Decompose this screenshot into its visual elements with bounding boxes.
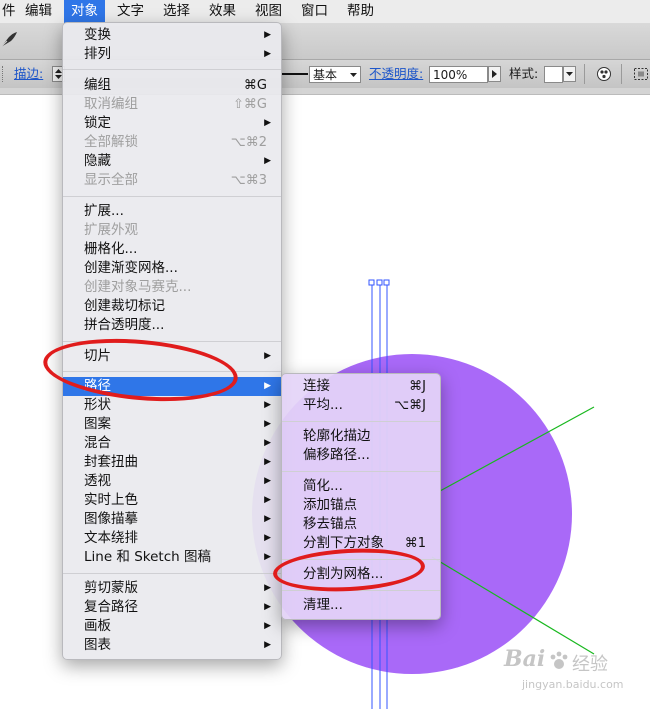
- submenu-arrow-icon: ▶: [264, 156, 271, 166]
- style-label: 样式:: [509, 66, 539, 81]
- submenu-item-join[interactable]: 连接 ⌘J: [282, 377, 440, 396]
- submenu-item-average[interactable]: 平均... ⌥⌘J: [282, 396, 440, 415]
- stroke-line-preview: [282, 73, 308, 75]
- style-swatch[interactable]: [544, 66, 563, 83]
- anchor-handle[interactable]: [368, 279, 375, 286]
- toolbar-divider: [584, 64, 585, 84]
- submenu-arrow-icon: ▶: [264, 621, 271, 631]
- menu-separator: [63, 196, 281, 197]
- menu-item-text-wrap[interactable]: 文本绕排 ▶: [63, 529, 281, 548]
- watermark-brand: Bai: [504, 646, 546, 672]
- menu-separator: [282, 471, 440, 472]
- recolor-artwork-icon[interactable]: [596, 66, 612, 82]
- chevron-right-icon: [492, 70, 497, 78]
- opacity-input[interactable]: 100%: [429, 66, 488, 83]
- menu-item-unlock-all[interactable]: 全部解锁 ⌥⌘2: [63, 133, 281, 152]
- menu-item-arrange[interactable]: 排列 ▶: [63, 45, 281, 64]
- menu-edit[interactable]: 编辑: [18, 0, 59, 23]
- submenu-arrow-icon: ▶: [264, 419, 271, 429]
- paw-logo-icon: [550, 651, 568, 669]
- stroke-label[interactable]: 描边:: [14, 66, 43, 82]
- submenu-arrow-icon: ▶: [264, 438, 271, 448]
- menu-item-ungroup[interactable]: 取消编组 ⇧⌘G: [63, 95, 281, 114]
- watermark-brand-tail: 经验: [572, 654, 608, 675]
- menu-item-graph[interactable]: 图表 ▶: [63, 636, 281, 655]
- submenu-item-add-anchor-points[interactable]: 添加锚点: [282, 496, 440, 515]
- submenu-arrow-icon: ▶: [264, 49, 271, 59]
- submenu-arrow-icon: ▶: [264, 640, 271, 650]
- menu-effect[interactable]: 效果: [202, 0, 243, 23]
- stroke-style-select[interactable]: 基本: [309, 66, 361, 83]
- toolbar-divider: [621, 64, 622, 84]
- menu-item-line-and-sketch[interactable]: Line 和 Sketch 图稿 ▶: [63, 548, 281, 567]
- submenu-arrow-icon: ▶: [264, 351, 271, 361]
- menu-item-perspective[interactable]: 透视 ▶: [63, 472, 281, 491]
- menu-item-rasterize[interactable]: 栅格化...: [63, 240, 281, 259]
- submenu-arrow-icon: ▶: [264, 400, 271, 410]
- chevron-down-icon: [566, 72, 573, 76]
- menu-separator: [282, 421, 440, 422]
- control-bar-grip: [2, 66, 6, 82]
- menu-separator: [63, 573, 281, 574]
- feather-tool-icon[interactable]: [0, 31, 18, 49]
- menu-item-image-trace[interactable]: 图像描摹 ▶: [63, 510, 281, 529]
- submenu-arrow-icon: ▶: [264, 118, 271, 128]
- menu-type[interactable]: 文字: [110, 0, 151, 23]
- submenu-arrow-icon: ▶: [264, 476, 271, 486]
- menu-item-pattern[interactable]: 图案 ▶: [63, 415, 281, 434]
- submenu-arrow-icon: ▶: [264, 495, 271, 505]
- menu-item-lock[interactable]: 锁定 ▶: [63, 114, 281, 133]
- submenu-arrow-icon: ▶: [264, 602, 271, 612]
- submenu-arrow-icon: ▶: [264, 457, 271, 467]
- style-dropdown-button[interactable]: [563, 66, 576, 82]
- submenu-item-offset-path[interactable]: 偏移路径...: [282, 446, 440, 465]
- menu-item-blend[interactable]: 混合 ▶: [63, 434, 281, 453]
- submenu-arrow-icon: ▶: [264, 533, 271, 543]
- submenu-item-simplify[interactable]: 简化...: [282, 477, 440, 496]
- stroke-style-value: 基本: [313, 68, 338, 82]
- menu-item-create-object-mosaic[interactable]: 创建对象马赛克...: [63, 278, 281, 297]
- chevron-down-icon: [350, 73, 357, 77]
- menu-bar: 件 编辑 对象 文字 选择 效果 视图 窗口 帮助: [0, 0, 650, 24]
- opacity-label[interactable]: 不透明度:: [369, 66, 423, 82]
- submenu-item-clean-up[interactable]: 清理...: [282, 596, 440, 615]
- menu-item-group[interactable]: 编组 ⌘G: [63, 76, 281, 95]
- menu-item-artboards[interactable]: 画板 ▶: [63, 617, 281, 636]
- menu-item-expand[interactable]: 扩展...: [63, 202, 281, 221]
- anchor-handle[interactable]: [383, 279, 390, 286]
- submenu-item-remove-anchor-points[interactable]: 移去锚点: [282, 515, 440, 534]
- submenu-arrow-icon: ▶: [264, 30, 271, 40]
- menu-item-clipping-mask[interactable]: 剪切蒙版 ▶: [63, 579, 281, 598]
- submenu-item-outline-stroke[interactable]: 轮廓化描边: [282, 427, 440, 446]
- submenu-arrow-icon: ▶: [264, 381, 271, 391]
- menu-item-envelope-distort[interactable]: 封套扭曲 ▶: [63, 453, 281, 472]
- menu-item-hide[interactable]: 隐藏 ▶: [63, 152, 281, 171]
- menu-object[interactable]: 对象: [64, 0, 105, 23]
- menu-separator: [63, 69, 281, 70]
- menu-view[interactable]: 视图: [248, 0, 289, 23]
- menu-item-transform[interactable]: 变换 ▶: [63, 26, 281, 45]
- menu-help[interactable]: 帮助: [340, 0, 381, 23]
- watermark: Bai 经验 jingyan.baidu.com: [496, 642, 646, 702]
- menu-item-expand-appearance[interactable]: 扩展外观: [63, 221, 281, 240]
- menu-item-create-gradient-mesh[interactable]: 创建渐变网格...: [63, 259, 281, 278]
- submenu-arrow-icon: ▶: [264, 583, 271, 593]
- menu-item-show-all[interactable]: 显示全部 ⌥⌘3: [63, 171, 281, 190]
- submenu-arrow-icon: ▶: [264, 514, 271, 524]
- menu-item-flatten-transparency[interactable]: 拼合透明度...: [63, 316, 281, 335]
- watermark-url: jingyan.baidu.com: [522, 678, 624, 691]
- opacity-value: 100%: [433, 68, 468, 82]
- menu-item-live-paint[interactable]: 实时上色 ▶: [63, 491, 281, 510]
- menu-window[interactable]: 窗口: [294, 0, 335, 23]
- submenu-arrow-icon: ▶: [264, 552, 271, 562]
- menu-select[interactable]: 选择: [156, 0, 197, 23]
- menu-item-compound-path[interactable]: 复合路径 ▶: [63, 598, 281, 617]
- anchor-handle[interactable]: [376, 279, 383, 286]
- align-selection-icon[interactable]: [633, 66, 649, 82]
- opacity-arrow-button[interactable]: [488, 66, 501, 82]
- menu-item-create-trim-marks[interactable]: 创建裁切标记: [63, 297, 281, 316]
